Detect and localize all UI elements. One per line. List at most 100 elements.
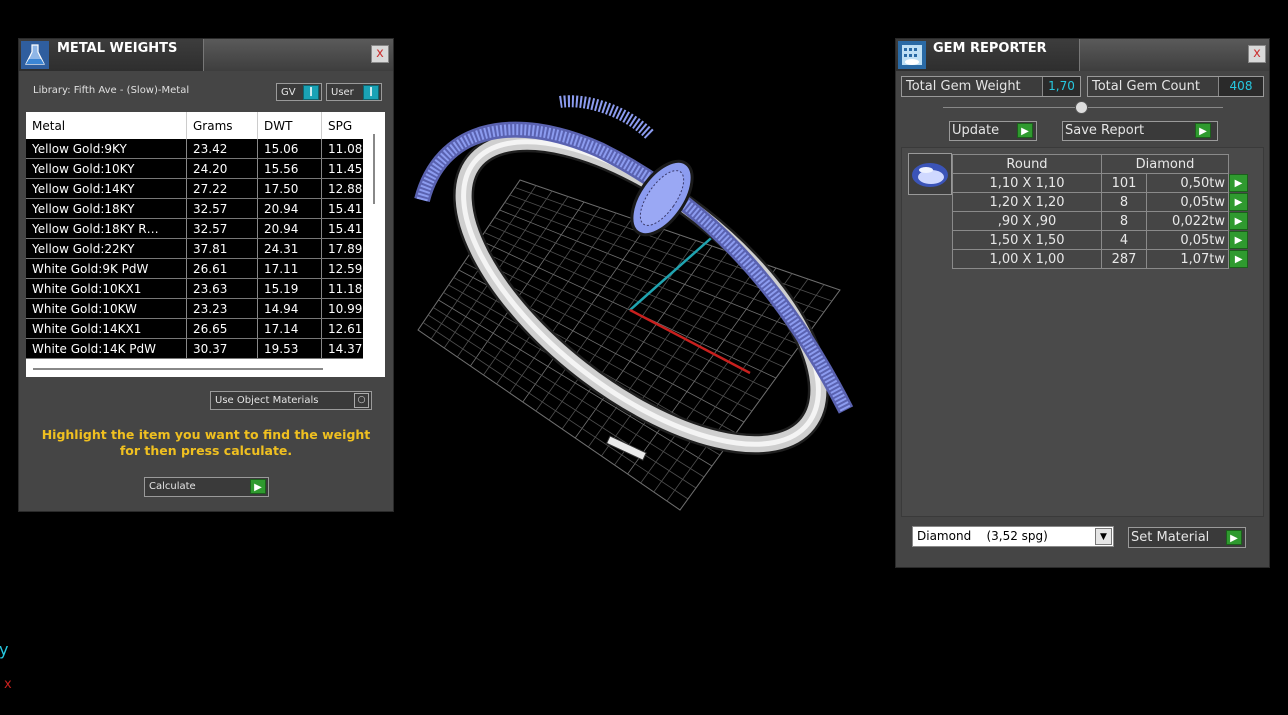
close-button[interactable]: x: [371, 45, 389, 63]
metal-name-cell: Yellow Gold:9KY: [26, 139, 187, 159]
slider-handle-icon[interactable]: [1075, 101, 1088, 114]
material-select[interactable]: Diamond (3,52 spg) ▼: [912, 526, 1114, 547]
header-shape: Round: [952, 154, 1102, 174]
table-row[interactable]: Yellow Gold:18KY 32.57 20.94 15.41: [26, 198, 370, 219]
spg-cell: 15.41: [321, 198, 370, 219]
table-row[interactable]: Yellow Gold:10KY 24.20 15.56 11.45: [26, 158, 370, 179]
user-toggle[interactable]: User ❙: [326, 83, 382, 101]
play-arrow-icon: ▶: [1017, 123, 1033, 138]
gem-weight-cell: 0,05tw: [1146, 230, 1229, 250]
gem-count-cell: 8: [1101, 192, 1147, 212]
save-report-button[interactable]: Save Report ▶: [1062, 121, 1218, 141]
calculate-button[interactable]: Calculate ▶: [144, 477, 269, 497]
grams-cell: 24.20: [186, 158, 258, 179]
column-header-grams[interactable]: Grams: [186, 112, 258, 139]
gem-size-cell: 1,00 X 1,00: [952, 249, 1102, 269]
table-row[interactable]: Yellow Gold:14KY 27.22 17.50 12.88: [26, 178, 370, 199]
radio-circle-icon: ○: [354, 393, 369, 408]
gem-reporter-titlebar[interactable]: GEM REPORTER x: [896, 39, 1269, 71]
metal-name-cell: Yellow Gold:10KY: [26, 158, 187, 179]
metal-name-cell: White Gold:9K PdW: [26, 258, 187, 279]
spg-cell: 12.61: [321, 318, 370, 339]
x-axis-glyph: x: [4, 677, 12, 692]
vertical-scrollbar[interactable]: [363, 112, 385, 377]
update-button[interactable]: Update ▶: [949, 121, 1037, 141]
use-object-materials-label: Use Object Materials: [215, 395, 319, 406]
zoom-slider[interactable]: [943, 101, 1223, 114]
gem-size-cell: ,90 X ,90: [952, 211, 1102, 231]
gem-reporter-panel: GEM REPORTER x Total Gem Weight 1,70 Tot…: [895, 38, 1270, 568]
total-gem-count: Total Gem Count 408: [1087, 76, 1264, 97]
gem-table-header: Round Diamond: [952, 154, 1249, 174]
column-header-spg[interactable]: SPG: [321, 112, 370, 139]
column-header-dwt[interactable]: DWT: [257, 112, 322, 139]
metal-weights-panel: METAL WEIGHTS x Library: Fifth Ave - (Sl…: [18, 38, 394, 512]
table-row[interactable]: White Gold:9K PdW 26.61 17.11 12.59: [26, 258, 370, 279]
3d-viewport[interactable]: [400, 80, 880, 520]
user-label: User: [331, 87, 354, 98]
hscrollbar-thumb[interactable]: [33, 368, 323, 370]
use-object-materials-toggle[interactable]: Use Object Materials ○: [210, 391, 372, 410]
grams-cell: 23.63: [186, 278, 258, 299]
table-row[interactable]: Yellow Gold:9KY 23.42 15.06 11.08: [26, 139, 370, 159]
gem-weight-cell: 1,07tw: [1146, 249, 1229, 269]
table-row[interactable]: White Gold:10KX1 23.63 15.19 11.18: [26, 278, 370, 299]
set-material-button[interactable]: Set Material ▶: [1128, 527, 1246, 548]
grams-cell: 26.61: [186, 258, 258, 279]
gem-row[interactable]: 1,10 X 1,10 101 0,50tw ▶: [952, 173, 1249, 193]
play-arrow-icon[interactable]: ▶: [1229, 212, 1248, 230]
table-row[interactable]: White Gold:14K PdW 30.37 19.53 14.37: [26, 338, 370, 359]
dwt-cell: 15.56: [257, 158, 322, 179]
play-arrow-icon: ▶: [1226, 530, 1242, 545]
header-material: Diamond: [1101, 154, 1229, 174]
total-gem-count-label: Total Gem Count: [1092, 79, 1200, 94]
gem-count-cell: 101: [1101, 173, 1147, 193]
table-row[interactable]: White Gold:14KX1 26.65 17.14 12.61: [26, 318, 370, 339]
grams-cell: 32.57: [186, 198, 258, 219]
gem-row[interactable]: 1,20 X 1,20 8 0,05tw ▶: [952, 192, 1249, 212]
gem-size-cell: 1,20 X 1,20: [952, 192, 1102, 212]
gem-row-action: ▶: [1229, 174, 1249, 193]
flask-icon: [21, 41, 49, 69]
gem-row-action: ▶: [1229, 231, 1249, 250]
metal-weights-titlebar[interactable]: METAL WEIGHTS x: [19, 39, 393, 71]
gv-toggle[interactable]: GV ❙: [276, 83, 322, 101]
spg-cell: 12.88: [321, 178, 370, 199]
metal-name-cell: Yellow Gold:14KY: [26, 178, 187, 199]
dwt-cell: 20.94: [257, 218, 322, 239]
horizontal-scrollbar[interactable]: [26, 359, 363, 377]
gem-size-cell: 1,50 X 1,50: [952, 230, 1102, 250]
gem-row-action: ▶: [1229, 250, 1249, 269]
table-row[interactable]: Yellow Gold:22KY 37.81 24.31 17.89: [26, 238, 370, 259]
gem-weight-cell: 0,50tw: [1146, 173, 1229, 193]
grams-cell: 32.57: [186, 218, 258, 239]
grams-cell: 23.42: [186, 139, 258, 159]
panel-title: METAL WEIGHTS: [57, 41, 178, 56]
play-arrow-icon[interactable]: ▶: [1229, 193, 1248, 211]
gem-row[interactable]: ,90 X ,90 8 0,022tw ▶: [952, 211, 1249, 231]
play-arrow-icon[interactable]: ▶: [1229, 250, 1249, 268]
dwt-cell: 15.19: [257, 278, 322, 299]
metal-name-cell: Yellow Gold:18KY: [26, 198, 187, 219]
grams-cell: 23.23: [186, 298, 258, 319]
total-gem-count-value: 408: [1218, 77, 1263, 96]
gem-thumbnail[interactable]: [908, 153, 952, 195]
gem-row[interactable]: 1,00 X 1,00 287 1,07tw ▶: [952, 249, 1249, 269]
close-button[interactable]: x: [1248, 45, 1266, 63]
gem-weight-cell: 0,05tw: [1146, 192, 1229, 212]
gem-count-cell: 287: [1101, 249, 1147, 269]
update-label: Update: [952, 123, 1000, 138]
user-indicator-icon: ❙: [363, 85, 379, 100]
table-row[interactable]: White Gold:10KW 23.23 14.94 10.99: [26, 298, 370, 319]
chevron-down-icon[interactable]: ▼: [1095, 528, 1112, 545]
column-header-metal[interactable]: Metal: [26, 112, 187, 139]
table-row[interactable]: Yellow Gold:18KY R… 32.57 20.94 15.41: [26, 218, 370, 239]
scrollbar-thumb[interactable]: [373, 134, 375, 204]
play-arrow-icon[interactable]: ▶: [1229, 231, 1248, 249]
dwt-cell: 17.11: [257, 258, 322, 279]
dwt-cell: 15.06: [257, 139, 322, 159]
gem-row[interactable]: 1,50 X 1,50 4 0,05tw ▶: [952, 230, 1249, 250]
play-arrow-icon[interactable]: ▶: [1229, 174, 1248, 192]
panel-title: GEM REPORTER: [933, 41, 1047, 56]
grams-cell: 37.81: [186, 238, 258, 259]
